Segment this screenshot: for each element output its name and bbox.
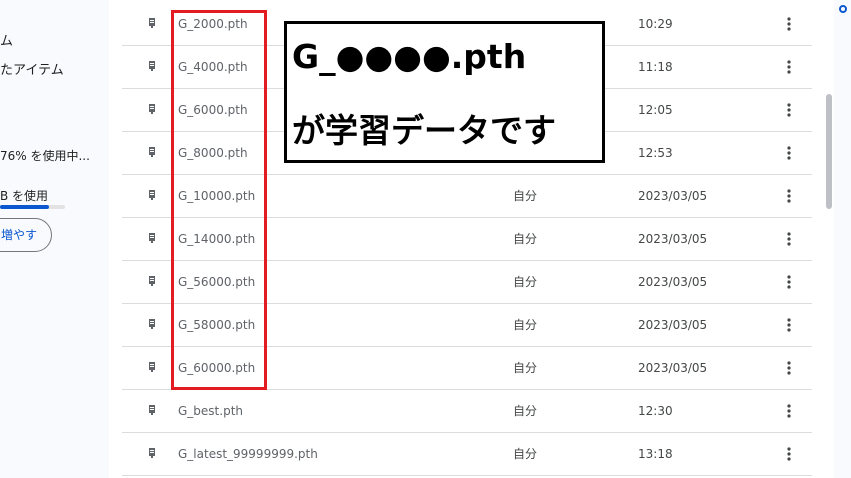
more-actions-icon[interactable] — [786, 102, 792, 118]
file-modified-date: 2023/03/05 — [638, 189, 708, 203]
sidebar-item-label: たアイテム — [0, 63, 64, 78]
file-icon — [149, 319, 155, 329]
file-owner: 自分 — [513, 318, 538, 332]
file-modified-date: 10:29 — [638, 17, 673, 31]
get-more-storage-button[interactable]: 増やす — [0, 218, 52, 252]
get-more-storage-label: 増やす — [1, 228, 38, 242]
file-icon — [149, 18, 155, 28]
storage-progress-fill — [0, 205, 50, 209]
side-panel — [834, 0, 851, 478]
more-actions-icon[interactable] — [786, 360, 792, 376]
storage-progress-bar — [0, 205, 65, 209]
file-modified-date: 2023/03/05 — [638, 318, 708, 332]
file-modified-date: 2023/03/05 — [638, 361, 708, 375]
file-modified-date: 12:30 — [638, 404, 673, 418]
file-icon — [149, 276, 155, 286]
file-name[interactable]: G_latest_99999999.pth — [178, 433, 318, 476]
annotation-line-2: が学習データです — [292, 111, 556, 150]
file-modified-date: 2023/03/05 — [638, 232, 708, 246]
sidebar-item-trash[interactable]: たアイテム — [0, 59, 64, 78]
file-owner: 自分 — [513, 275, 538, 289]
file-icon — [149, 448, 155, 458]
more-actions-icon[interactable] — [786, 403, 792, 419]
more-actions-icon[interactable] — [786, 16, 792, 32]
more-actions-icon[interactable] — [786, 274, 792, 290]
file-owner: 自分 — [513, 404, 538, 418]
storage-detail-text: B を使用 — [0, 189, 49, 203]
file-modified-date: 13:18 — [638, 447, 673, 461]
file-owner: 自分 — [513, 361, 538, 375]
file-icon — [149, 233, 155, 243]
file-modified-date: 2023/03/05 — [638, 275, 708, 289]
more-actions-icon[interactable] — [786, 231, 792, 247]
more-actions-icon[interactable] — [786, 446, 792, 462]
file-row[interactable]: G_latest_99999999.pth 自分 13:18 — [122, 433, 812, 476]
file-modified-date: 12:05 — [638, 103, 673, 117]
file-modified-date: 12:53 — [638, 146, 673, 160]
file-icon — [149, 405, 155, 415]
file-modified-date: 11:18 — [638, 60, 673, 74]
more-actions-icon[interactable] — [786, 188, 792, 204]
file-icon — [149, 61, 155, 71]
file-icon — [149, 362, 155, 372]
sidebar-item-starred[interactable]: ム — [0, 30, 13, 49]
storage-usage-text: 76% を使用中... — [0, 149, 90, 163]
sidebar: ム たアイテム 76% を使用中... B を使用 増やす — [0, 0, 109, 478]
file-owner: 自分 — [513, 232, 538, 246]
highlight-box — [171, 10, 267, 390]
file-owner: 自分 — [513, 189, 538, 203]
annotation-line-1: G_●●●●.pth — [292, 37, 527, 76]
more-actions-icon[interactable] — [786, 317, 792, 333]
file-icon — [149, 190, 155, 200]
scrollbar-thumb[interactable] — [826, 94, 832, 209]
file-icon — [149, 147, 155, 157]
scrollbar-track[interactable] — [820, 0, 834, 478]
file-row[interactable]: G_best.pth 自分 12:30 — [122, 390, 812, 433]
sidebar-item-label: ム — [0, 34, 14, 49]
more-actions-icon[interactable] — [786, 59, 792, 75]
sidebar-item-storage[interactable] — [0, 86, 4, 94]
more-actions-icon[interactable] — [786, 145, 792, 161]
calendar-icon[interactable] — [839, 5, 847, 13]
annotation-callout: G_●●●●.pth が学習データです — [284, 21, 605, 163]
file-owner: 自分 — [513, 447, 538, 461]
file-name[interactable]: G_best.pth — [178, 390, 243, 433]
file-icon — [149, 104, 155, 114]
